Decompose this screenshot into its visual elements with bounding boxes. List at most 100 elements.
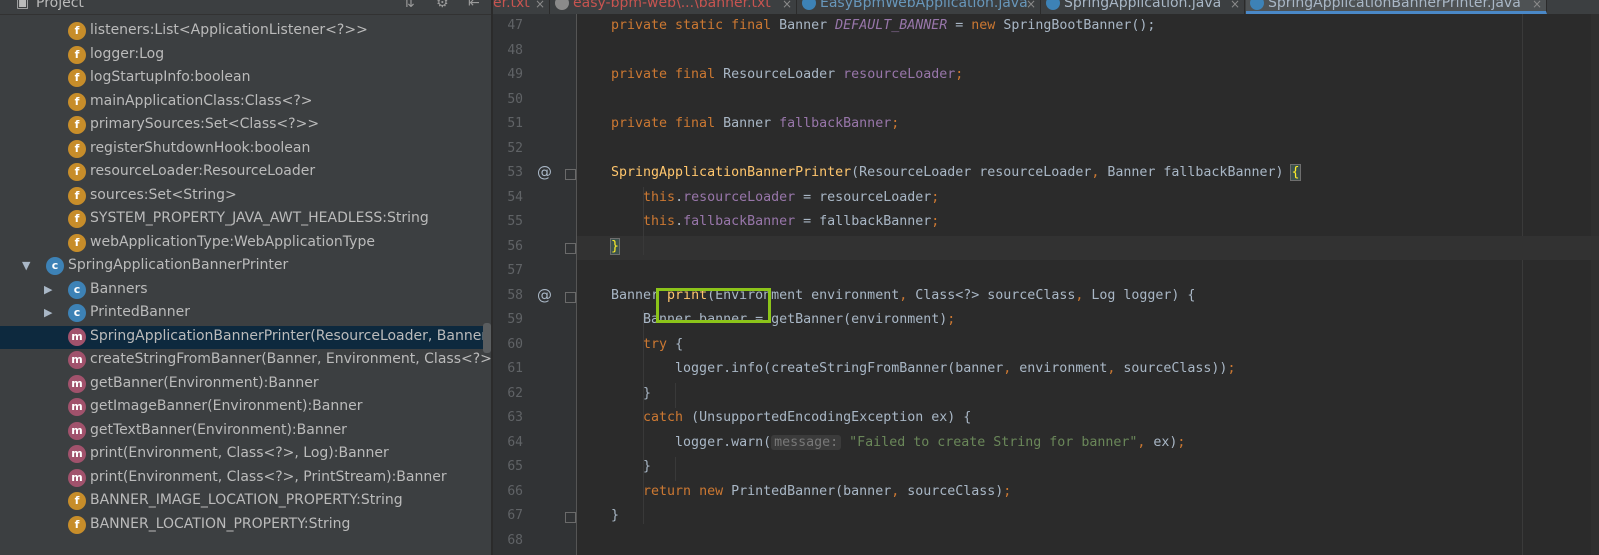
project-title[interactable]: Project — [36, 0, 84, 11]
tab-label: EasyBpmWebApplication.java — [820, 0, 1028, 11]
fold-icon[interactable] — [565, 169, 576, 180]
code-token: , — [1091, 165, 1108, 180]
tree-item[interactable]: f BANNER_LOCATION_PROPERTY:String — [0, 514, 491, 537]
tree-item[interactable]: f registerShutdownHook:boolean — [0, 138, 491, 161]
tree-item[interactable]: f BANNER_IMAGE_LOCATION_PROPERTY:String — [0, 490, 491, 513]
fold-icon[interactable] — [565, 242, 576, 254]
code-line: } — [611, 386, 651, 401]
field-icon: f — [68, 139, 86, 158]
class-icon: c — [68, 304, 86, 322]
tree-item-label: print(Environment, Class<?>, Log):Banner — [90, 445, 389, 461]
collapse-icon[interactable]: ⇅ — [403, 0, 415, 11]
tree-item-label: logger:Log — [90, 45, 165, 62]
close-tab-icon[interactable]: × — [1026, 0, 1036, 11]
line-number: 63 — [507, 410, 523, 425]
tree-item[interactable]: m print(Environment, Class<?>, PrintStrea… — [0, 467, 491, 490]
tab-label: easy-bpm-web\...\banner.txt — [573, 0, 771, 11]
tree-item[interactable]: ▶ c Banners — [0, 279, 491, 302]
code-line: private static final Banner DEFAULT_BANN… — [611, 18, 1155, 33]
text-file-icon — [555, 0, 569, 10]
code-token: ; — [1003, 483, 1012, 499]
code-token: ; — [947, 312, 956, 327]
tree-item[interactable]: f primarySources:Set<Class<?>> — [0, 114, 491, 137]
code-token: private static final — [611, 18, 780, 33]
code-token: ; — [931, 189, 940, 205]
tree-item-label: PrintedBanner — [90, 304, 191, 320]
tree-item-label: logStartupInfo:boolean — [90, 69, 251, 85]
tree-item[interactable]: f webApplicationType:WebApplicationType — [0, 232, 491, 255]
fold-icon[interactable] — [565, 291, 576, 303]
tree-item-label: getImageBanner(Environment):Banner — [90, 398, 363, 414]
tree-item[interactable]: m SpringApplicationBannerPrinter(Resource… — [0, 325, 491, 349]
code-token: , — [899, 287, 916, 303]
editor-tab[interactable]: SpringApplication.java × — [1042, 0, 1245, 14]
code-editor[interactable]: 47 48 49 50 51 52 53 @54 55 56 57 58 @59 60 61 62 63 64 65… — [493, 14, 1599, 555]
line-number: 66 — [507, 483, 523, 499]
tree-item[interactable]: f listeners:List<ApplicationListener<?>> — [0, 20, 491, 43]
code-token: Class<?> sourceClass — [915, 287, 1076, 303]
method-icon: m — [68, 351, 86, 369]
tree-item[interactable]: f sources:Set<String> — [0, 185, 491, 208]
code-token: fallbackBanner — [779, 116, 892, 131]
line-number: 57 — [507, 263, 523, 278]
tree-item[interactable]: f mainApplicationClass:Class<?> — [0, 91, 491, 114]
tree-item[interactable]: m print(Environment, Class<?>, Log):Banne… — [0, 443, 491, 466]
error-stripe[interactable] — [1591, 14, 1599, 555]
field-icon: f — [68, 22, 86, 40]
collapse-arrow-icon[interactable]: ▶ — [44, 306, 52, 319]
code-token: logger.info(createStringFromBanner(banne… — [611, 361, 1004, 376]
tree-item[interactable]: f SYSTEM_PROPERTY_JAVA_AWT_HEADLESS:Strin… — [0, 208, 491, 231]
tree-item[interactable]: m getImageBanner(Environment):Banner — [0, 396, 491, 419]
usages-icon[interactable]: @ — [537, 286, 552, 304]
tree-item[interactable]: f logStartupInfo:boolean — [0, 67, 491, 90]
gutter-separator — [576, 14, 577, 555]
editor-tab[interactable]: EasyBpmWebApplication.java × — [798, 0, 1041, 14]
code-token: Banner fallbackBanner) — [1107, 165, 1292, 180]
tree-item-label: resourceLoader:ResourceLoader — [90, 163, 316, 179]
code-line: private final ResourceLoader resourceLoa… — [611, 67, 963, 82]
tree-item[interactable]: m getTextBanner(Environment):Banner — [0, 420, 491, 443]
tree-item[interactable]: m getBanner(Environment):Banner — [0, 373, 491, 396]
tree-item[interactable]: f logger:Log — [0, 44, 491, 67]
usages-icon[interactable]: @ — [537, 163, 552, 181]
hide-icon[interactable]: ⇤ — [468, 0, 480, 11]
gear-icon[interactable]: ⚙ — [436, 0, 449, 11]
line-number: 56 — [507, 238, 523, 254]
line-number: 59 — [507, 312, 523, 327]
code-token: (ResourceLoader resourceLoader — [851, 165, 1092, 180]
code-token: "Failed to create String for banner" — [841, 434, 1138, 450]
line-number: 58 — [507, 287, 523, 303]
collapse-arrow-icon[interactable]: ▶ — [44, 283, 52, 296]
close-tab-icon[interactable]: × — [1230, 0, 1240, 11]
code-token: ; — [1177, 434, 1186, 450]
fold-icon[interactable] — [565, 512, 576, 523]
close-tab-icon[interactable]: × — [535, 0, 545, 11]
close-tab-icon[interactable]: × — [782, 0, 792, 11]
editor-tab[interactable]: er.txt × — [493, 0, 550, 14]
code-line: } — [609, 237, 621, 255]
tree-item-label: BANNER_IMAGE_LOCATION_PROPERTY:String — [90, 492, 403, 508]
tree-item-label: listeners:List<ApplicationListener<?>> — [90, 22, 368, 38]
tree-item-label: getTextBanner(Environment):Banner — [90, 421, 347, 438]
line-number: 61 — [507, 361, 523, 376]
tree-item[interactable]: ▶ c PrintedBanner — [0, 302, 491, 325]
java-class-icon — [1046, 0, 1060, 10]
project-scrollbar[interactable] — [483, 323, 491, 353]
editor-tab[interactable]: SpringApplicationBannerPrinter.java × — [1246, 0, 1547, 14]
editor-tab[interactable]: easy-bpm-web\...\banner.txt × — [551, 0, 797, 14]
method-icon: m — [68, 468, 86, 487]
method-icon: m — [68, 327, 86, 346]
expand-arrow-icon[interactable]: ▼ — [22, 259, 30, 272]
code-token: ; — [1227, 361, 1236, 376]
code-token: catch — [643, 410, 692, 425]
code-token: = resourceLoader — [795, 189, 932, 205]
line-number: 67 — [507, 508, 523, 523]
tree-item[interactable]: ▼ c SpringApplicationBannerPrinter — [0, 255, 491, 278]
line-number: 62 — [507, 385, 523, 401]
code-token: } — [609, 237, 621, 255]
tree-item[interactable]: m createStringFromBanner(Banner, Environm… — [0, 349, 491, 372]
tree-item[interactable]: f resourceLoader:ResourceLoader — [0, 161, 491, 184]
close-tab-icon[interactable]: × — [1532, 0, 1542, 11]
field-icon: f — [68, 116, 86, 134]
code-token: . — [675, 189, 684, 205]
